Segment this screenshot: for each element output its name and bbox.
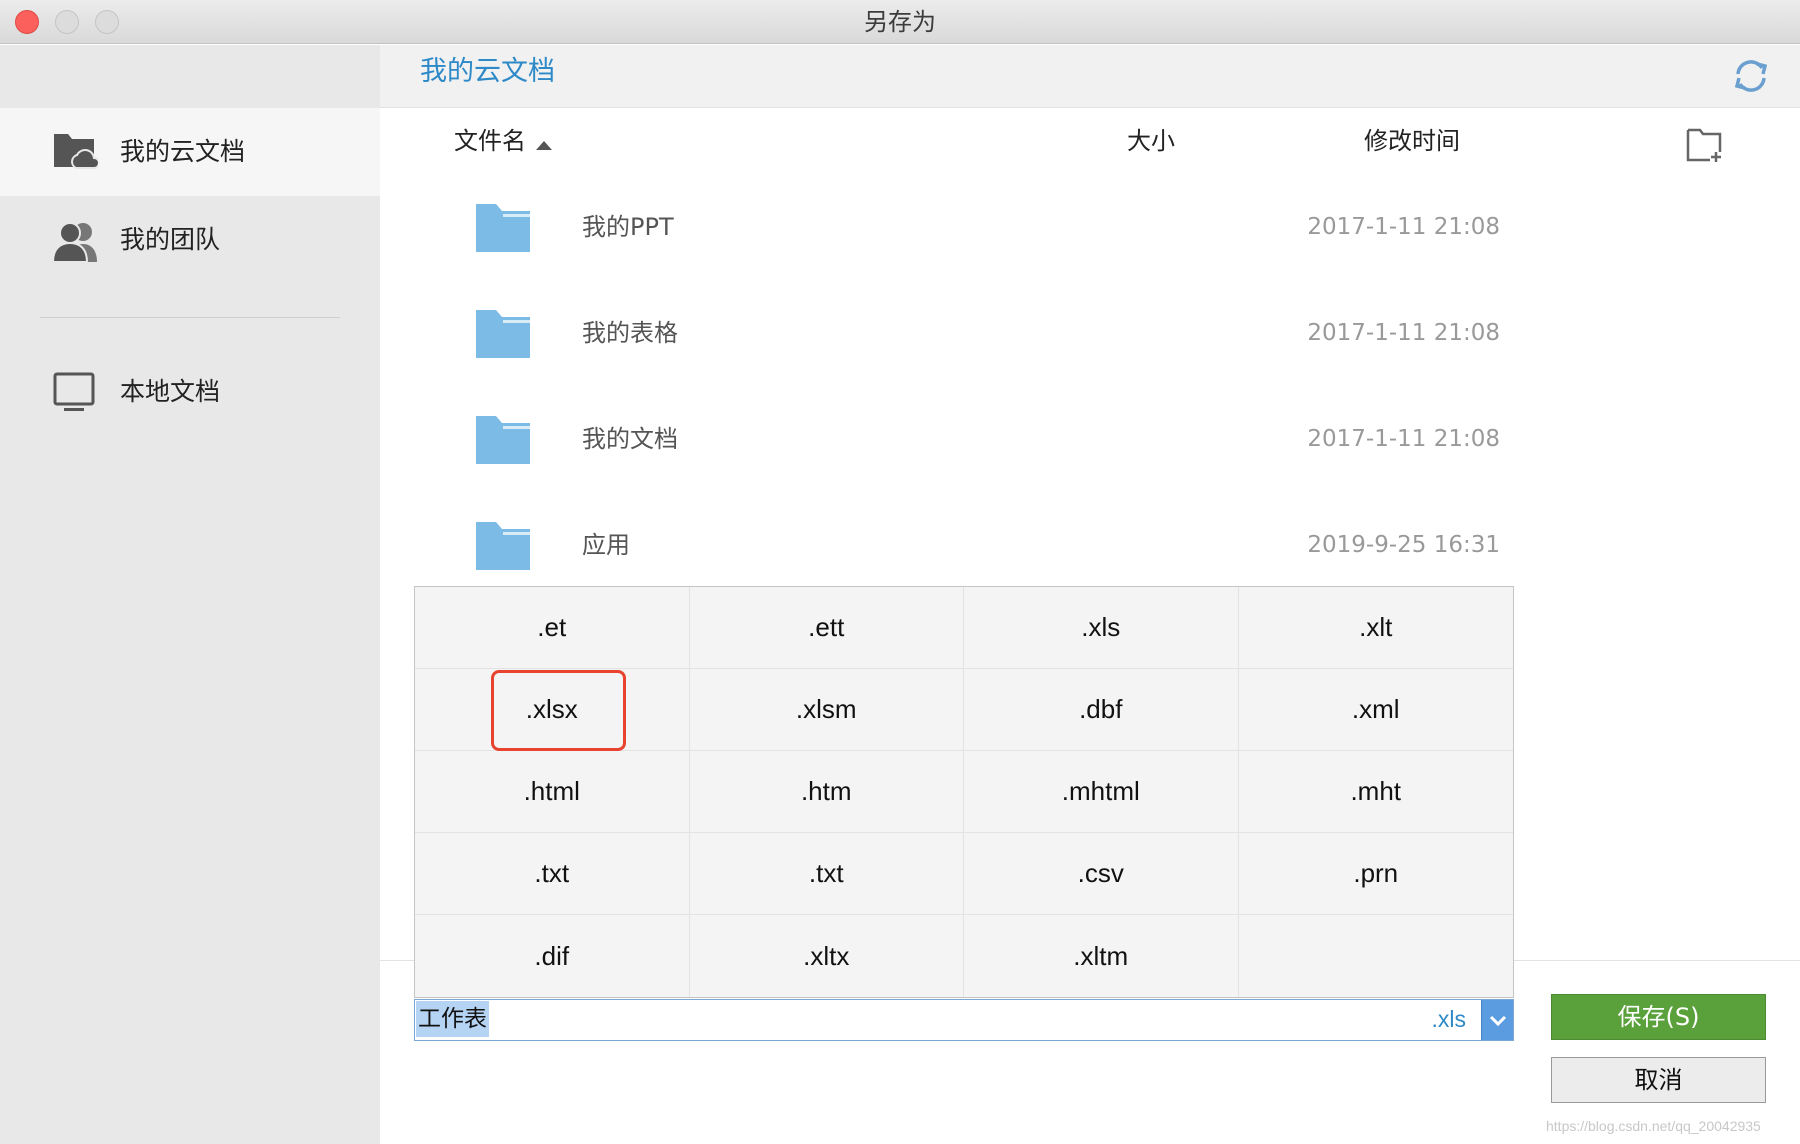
- extension-dropdown: .et .ett .xls .xlt .xlsx .xlsm .dbf .xml…: [414, 586, 1514, 998]
- filename-field[interactable]: [414, 999, 1514, 1041]
- file-modified: 2017-1-11 21:08: [1307, 214, 1500, 240]
- filename-value: 工作表: [416, 1001, 489, 1037]
- extension-option[interactable]: .xltm: [964, 915, 1239, 997]
- extension-option[interactable]: .xls: [964, 587, 1239, 669]
- extension-option[interactable]: .csv: [964, 833, 1239, 915]
- column-header-name[interactable]: 文件名: [454, 124, 526, 158]
- file-modified: 2017-1-11 21:08: [1307, 426, 1500, 452]
- folder-icon: [476, 522, 530, 570]
- extension-option[interactable]: .mhtml: [964, 751, 1239, 833]
- sidebar-item-label: 本地文档: [120, 377, 221, 406]
- extension-option[interactable]: .ett: [689, 587, 964, 669]
- sort-ascending-icon: [536, 141, 552, 150]
- file-name: 我的表格: [582, 319, 678, 347]
- folder-icon: [476, 416, 530, 464]
- column-header-modified[interactable]: 修改时间: [1364, 124, 1460, 158]
- file-name: 我的PPT: [582, 213, 674, 241]
- extension-dropdown-button[interactable]: [1481, 1000, 1513, 1040]
- cloud-folder-icon: [54, 134, 98, 169]
- column-header-size[interactable]: 大小: [1127, 124, 1175, 158]
- extension-option[interactable]: .xlt: [1238, 587, 1513, 669]
- cancel-button[interactable]: 取消: [1551, 1057, 1766, 1103]
- extension-option[interactable]: .mht: [1238, 751, 1513, 833]
- file-modified: 2019-9-25 16:31: [1307, 532, 1500, 558]
- extension-option[interactable]: .xltx: [690, 915, 964, 997]
- extension-option[interactable]: .txt: [689, 833, 964, 915]
- sidebar-item-label: 我的云文档: [120, 137, 246, 166]
- extension-option[interactable]: .prn: [1238, 833, 1513, 915]
- extension-option[interactable]: .dbf: [964, 669, 1239, 751]
- sidebar-item-label: 我的团队: [120, 225, 221, 254]
- extension-option[interactable]: .txt: [415, 833, 690, 915]
- folder-icon: [476, 204, 530, 252]
- location-title: 我的云文档: [420, 56, 555, 87]
- highlight-box: [491, 670, 626, 751]
- filename-extension: .xls: [1431, 1006, 1467, 1032]
- extension-option[interactable]: .dif: [415, 915, 690, 997]
- extension-option[interactable]: .et: [415, 587, 690, 669]
- save-button[interactable]: 保存(S): [1551, 994, 1766, 1040]
- monitor-icon: [53, 372, 95, 411]
- location-bar: [380, 45, 1800, 108]
- extension-option[interactable]: .xml: [1238, 669, 1513, 751]
- extension-option[interactable]: .html: [415, 751, 690, 833]
- watermark: https://blog.csdn.net/qq_20042935: [1546, 1118, 1761, 1134]
- team-icon: [52, 222, 97, 263]
- window-title: 另存为: [864, 8, 936, 36]
- new-folder-icon[interactable]: [1684, 124, 1724, 164]
- file-name: 应用: [582, 531, 630, 559]
- file-name: 我的文档: [582, 425, 678, 453]
- extension-option[interactable]: .xlsm: [689, 669, 964, 751]
- file-modified: 2017-1-11 21:08: [1307, 320, 1500, 346]
- chevron-down-icon: [1489, 1015, 1507, 1027]
- extension-option-empty: [1239, 915, 1514, 997]
- folder-icon: [476, 310, 530, 358]
- sidebar-divider: [40, 317, 340, 318]
- extension-option[interactable]: .htm: [689, 751, 964, 833]
- refresh-icon[interactable]: [1731, 56, 1771, 96]
